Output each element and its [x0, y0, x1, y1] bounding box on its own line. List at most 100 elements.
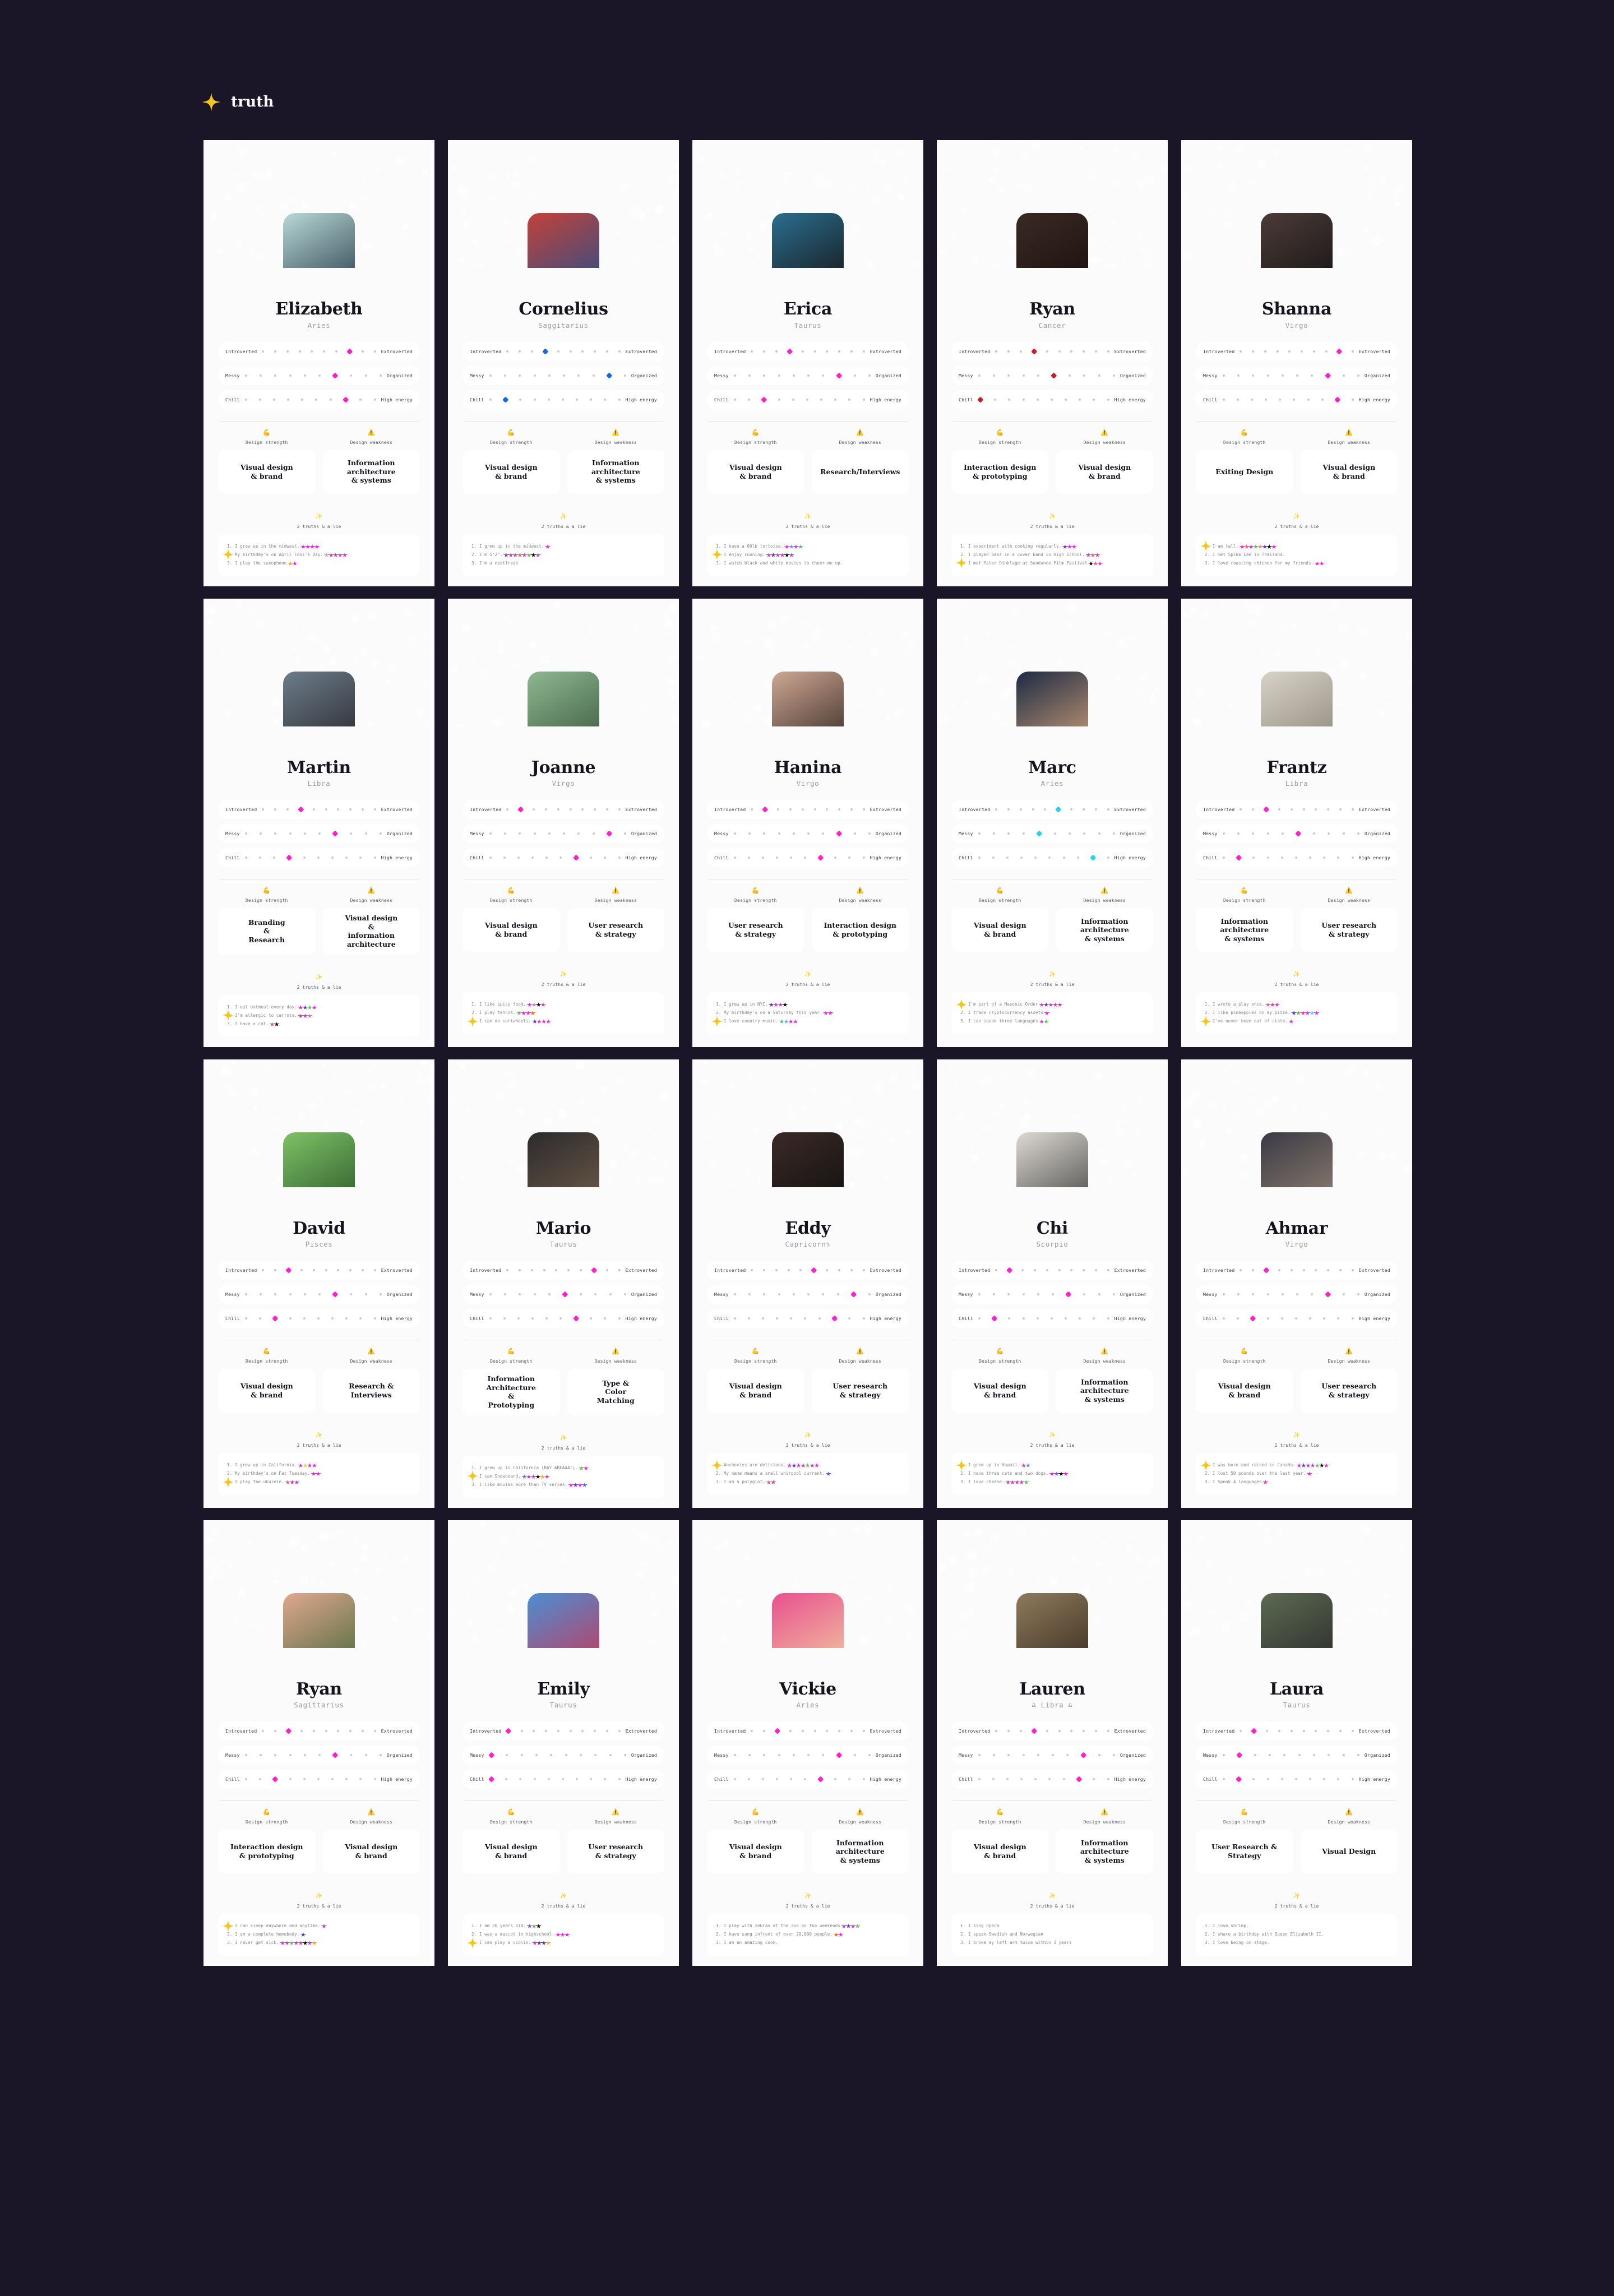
slider-track[interactable] [1234, 348, 1358, 354]
truth-item[interactable]: 3. I can speak three languages ★ ★ [960, 1017, 1144, 1025]
slider-row[interactable]: Messy Organized [951, 365, 1153, 385]
slider-row[interactable]: Chill High energy [218, 848, 420, 867]
slider-row[interactable]: Introverted Extroverted [707, 341, 909, 361]
slider-row[interactable]: Introverted Extroverted [1196, 1261, 1398, 1280]
design-strength-card[interactable]: Visual design & brand [951, 908, 1049, 952]
slider-row[interactable]: Chill High energy [1196, 1309, 1398, 1328]
truth-item[interactable]: 1. I love shrimp. [1205, 1922, 1389, 1930]
slider-track[interactable] [257, 1728, 381, 1734]
slider-track[interactable] [484, 1776, 626, 1783]
slider-track[interactable] [257, 1267, 381, 1274]
slider-track[interactable] [990, 1267, 1114, 1274]
design-weakness-card[interactable]: Information architecture & systems [1056, 908, 1153, 952]
profile-card[interactable]: Marc Aries Introverted Extroverted Messy Orga… [937, 598, 1168, 1047]
slider-track[interactable] [484, 830, 631, 837]
profile-avatar[interactable] [1016, 1132, 1088, 1187]
slider-track[interactable] [973, 1315, 1114, 1322]
slider-row[interactable]: Introverted Extroverted [463, 1261, 664, 1280]
slider-track[interactable] [501, 348, 625, 354]
truth-item[interactable]: 3. I am a polyglot. ★ ★ [716, 1478, 900, 1486]
slider-row[interactable]: Introverted Extroverted [707, 1721, 909, 1740]
slider-row[interactable]: Messy Organized [463, 1746, 664, 1765]
design-weakness-card[interactable]: Visual design & brand [322, 1830, 420, 1873]
design-strength-card[interactable]: Branding & Research [218, 908, 316, 955]
truth-item[interactable]: 1. I was born and raised in Canada. ★ ★ ★ ★ ★… [1200, 1459, 1389, 1471]
truth-item[interactable]: 1. I grew up in the midwest. ★ [471, 541, 655, 550]
truth-item[interactable]: 2. My birthday's on April Fool's Day. ★ ★ ★… [222, 548, 411, 561]
truth-item[interactable]: 2. I'm 5'2". ★ ★ ★ ★ ★ ★ ★ ★ [471, 550, 655, 559]
slider-row[interactable]: Chill High energy [707, 848, 909, 867]
slider-track[interactable] [990, 348, 1114, 354]
design-strength-card[interactable]: Interaction design & prototyping [951, 450, 1049, 494]
design-strength-card[interactable]: Visual design & brand [1196, 1369, 1293, 1413]
design-weakness-card[interactable]: Visual design & brand [1056, 450, 1153, 494]
truth-item[interactable]: 2. I enjoy running. ★ ★ ★ ★ ★ ★ [711, 548, 900, 561]
design-weakness-card[interactable]: Interaction design & prototyping [811, 908, 909, 952]
design-weakness-card[interactable]: Research & Interviews [322, 1369, 420, 1413]
slider-row[interactable]: Chill High energy [463, 1309, 664, 1328]
profile-card[interactable]: Cornelius Saggitarius Introverted Extrovert… [448, 140, 679, 586]
slider-track[interactable] [484, 854, 626, 861]
truth-item[interactable]: 3. I like movies more than TV series. ★ ★ ★… [471, 1480, 655, 1489]
slider-track[interactable] [1218, 854, 1359, 861]
truth-item[interactable]: 3. I love country music. ★ ★ ★ ★ [711, 1015, 900, 1027]
slider-track[interactable] [240, 372, 387, 378]
truth-item[interactable]: 2. My birthday's on a Saturday this year… [716, 1008, 900, 1017]
slider-row[interactable]: Messy Organized [218, 365, 420, 385]
truth-item[interactable]: 2. My name means a small whirpool curren… [716, 1469, 900, 1478]
design-weakness-card[interactable]: Information architecture & systems [322, 450, 420, 494]
design-weakness-card[interactable]: User research & strategy [811, 1369, 909, 1413]
profile-avatar[interactable] [528, 213, 599, 268]
design-weakness-card[interactable]: Visual design & brand [1300, 450, 1398, 494]
design-strength-card[interactable]: Information architecture & systems [1196, 908, 1293, 952]
slider-row[interactable]: Introverted Extroverted [1196, 1721, 1398, 1740]
slider-row[interactable]: Messy Organized [218, 1285, 420, 1304]
design-strength-card[interactable]: Exiting Design [1196, 450, 1293, 494]
profile-avatar[interactable] [528, 1593, 599, 1648]
slider-row[interactable]: Chill High energy [951, 1309, 1153, 1328]
profile-avatar[interactable] [1261, 1132, 1333, 1187]
design-strength-card[interactable]: Visual design & brand [707, 450, 804, 494]
truth-item[interactable]: 2. I played bass in a cover band in High… [960, 550, 1144, 559]
slider-track[interactable] [973, 1776, 1114, 1783]
truth-item[interactable]: 2. I lost 50 pounds over the last year. ★ [1205, 1469, 1389, 1478]
profile-avatar[interactable] [1016, 1593, 1088, 1648]
design-weakness-card[interactable]: Research/Interviews [811, 450, 909, 494]
truth-item[interactable]: 1. I like spicy food. ★ ★ ★ ★ [471, 1000, 655, 1008]
truth-item[interactable]: 3. I Speak 4 languages ★ [1205, 1478, 1389, 1486]
truth-item[interactable]: 2. I was a mascot in highschool. ★ ★ ★ [471, 1930, 655, 1938]
slider-track[interactable] [973, 372, 1120, 378]
design-weakness-card[interactable]: Information architecture & systems [811, 1830, 909, 1873]
slider-row[interactable]: Messy Organized [463, 1285, 664, 1304]
design-weakness-card[interactable]: Visual Design [1300, 1830, 1398, 1873]
slider-track[interactable] [746, 806, 870, 813]
profile-avatar[interactable] [1016, 213, 1088, 268]
design-strength-card[interactable]: Visual design & brand [218, 1369, 316, 1413]
truth-item[interactable]: 3. I never get sick. ★ ★ ★ ★ ★ ★ ★ ★ [227, 1938, 411, 1947]
slider-row[interactable]: Chill High energy [951, 390, 1153, 409]
slider-track[interactable] [484, 1291, 631, 1298]
slider-row[interactable]: Chill High energy [707, 1770, 909, 1789]
slider-track[interactable] [1218, 1752, 1365, 1758]
slider-row[interactable]: Chill High energy [218, 1770, 420, 1789]
slider-row[interactable]: Introverted Extroverted [463, 341, 664, 361]
slider-track[interactable] [240, 396, 381, 402]
profile-card[interactable]: Shanna Virgo Introverted Extroverted Messy Or… [1181, 140, 1412, 586]
truth-item[interactable]: 3. I love cheese. ★ ★ ★ ★ ★ [960, 1478, 1144, 1486]
slider-row[interactable]: Messy Organized [1196, 824, 1398, 843]
slider-row[interactable]: Introverted Extroverted [218, 341, 420, 361]
truth-item[interactable]: 1. I grew up in the midwest. ★ ★ ★ ★ [227, 541, 411, 550]
slider-track[interactable] [1218, 396, 1359, 402]
slider-track[interactable] [484, 396, 626, 402]
slider-row[interactable]: Messy Organized [951, 1746, 1153, 1765]
slider-track[interactable] [240, 1776, 381, 1783]
design-weakness-card[interactable]: User research & strategy [1300, 908, 1398, 952]
profile-card[interactable]: Eddy Capricorn♑ Introverted Extroverted Mess… [692, 1059, 923, 1508]
profile-avatar[interactable] [1261, 1593, 1333, 1648]
design-strength-card[interactable]: Interaction design & prototyping [218, 1830, 316, 1873]
slider-row[interactable]: Messy Organized [707, 824, 909, 843]
slider-row[interactable]: Messy Organized [1196, 1746, 1398, 1765]
slider-track[interactable] [990, 806, 1114, 813]
design-weakness-card[interactable]: User research & strategy [567, 1830, 664, 1873]
profile-avatar[interactable] [283, 213, 355, 268]
